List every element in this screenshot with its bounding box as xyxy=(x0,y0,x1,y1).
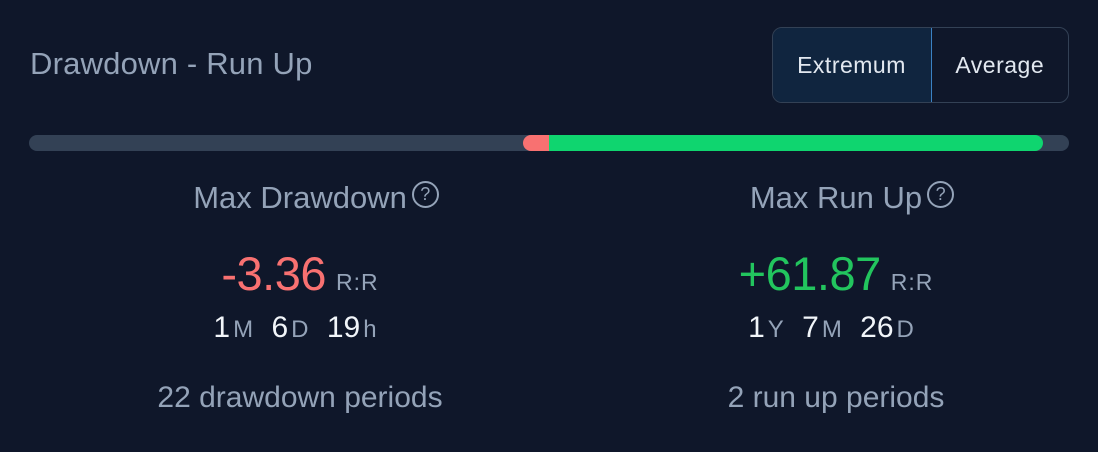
duration-number: 1 xyxy=(748,311,765,344)
average-button[interactable]: Average xyxy=(932,28,1069,102)
runup-duration: 1Y 7M 26 D xyxy=(566,311,1098,345)
duration-unit: D xyxy=(896,316,914,343)
runup-column: Max Run Up ? +61.87 R:R 1Y 7M 26 D 2 run u… xyxy=(566,180,1098,415)
duration-number: 19 xyxy=(326,311,361,344)
duration-number: 1 xyxy=(213,311,231,344)
drawdown-value-row: -3.36 R:R xyxy=(30,246,570,302)
help-icon[interactable]: ? xyxy=(927,181,955,208)
duration-number: 6 xyxy=(271,311,289,344)
extremum-button[interactable]: Extremum xyxy=(773,28,932,102)
max-drawdown-label-text: Max Drawdown xyxy=(193,180,407,215)
duration-unit: M xyxy=(233,316,254,343)
duration-unit: M xyxy=(821,316,842,343)
max-runup-label-text: Max Run Up xyxy=(749,180,923,215)
max-drawdown-value: -3.36 xyxy=(221,247,326,300)
runup-periods: 2 run up periods xyxy=(727,381,945,414)
runup-value-row: +61.87 R:R xyxy=(566,246,1098,302)
drawdown-unit: R:R xyxy=(336,269,379,295)
drawdown-runup-card: Drawdown - Run Up Extremum Average Max D… xyxy=(0,0,1098,452)
card-title: Drawdown - Run Up xyxy=(30,46,313,81)
max-runup-label: Max Run Up ? xyxy=(749,180,955,216)
duration-number: 7 xyxy=(802,311,819,344)
runup-unit: R:R xyxy=(890,269,934,295)
max-drawdown-label: Max Drawdown ? xyxy=(193,180,439,216)
drawdown-column: Max Drawdown ? -3.36 R:R 1M 6D 19 h 22 dra… xyxy=(30,180,570,415)
drawdown-periods: 22 drawdown periods xyxy=(157,381,443,414)
drawdown-duration: 1M 6D 19 h xyxy=(30,311,570,345)
help-icon[interactable]: ? xyxy=(411,181,439,208)
duration-unit: D xyxy=(291,316,309,343)
max-runup-value: +61.87 xyxy=(738,247,882,300)
runup-bar xyxy=(549,135,1043,151)
mode-toggle: Extremum Average xyxy=(772,27,1069,103)
drawdown-bar xyxy=(523,135,551,151)
duration-unit: h xyxy=(363,316,377,343)
duration-unit: Y xyxy=(767,316,784,343)
duration-number: 26 xyxy=(860,311,894,344)
